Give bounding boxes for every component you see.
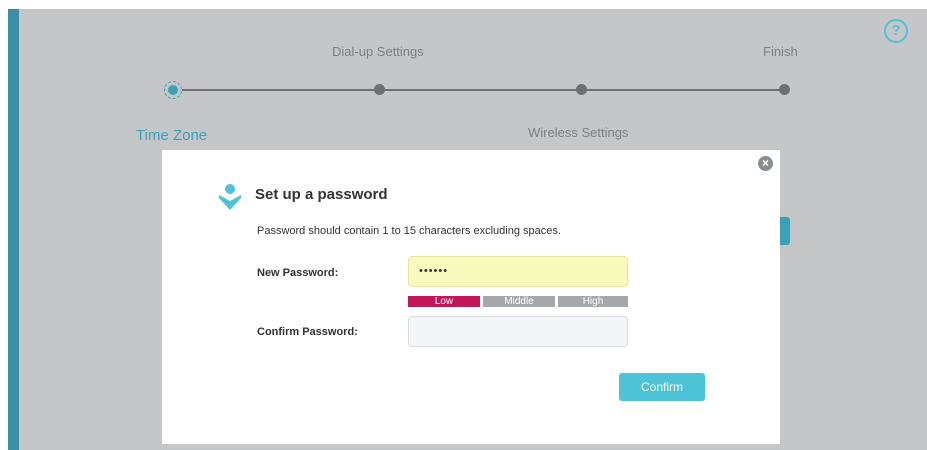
left-accent-bar bbox=[8, 9, 19, 450]
new-password-label: New Password: bbox=[257, 267, 339, 279]
progress-line bbox=[173, 89, 783, 91]
step-label-dialup: Dial-up Settings bbox=[332, 44, 424, 59]
help-icon[interactable]: ? bbox=[884, 19, 908, 43]
close-icon[interactable]: × bbox=[758, 156, 773, 171]
step-dot-dialup[interactable] bbox=[374, 84, 385, 95]
confirm-password-label: Confirm Password: bbox=[257, 326, 358, 338]
step-dot-finish[interactable] bbox=[779, 84, 790, 95]
dialog-title: Set up a password bbox=[255, 186, 388, 203]
strength-high: High bbox=[558, 296, 628, 307]
strength-middle: Middle bbox=[483, 296, 555, 307]
step-label-finish: Finish bbox=[763, 44, 798, 59]
confirm-button[interactable]: Confirm bbox=[619, 373, 705, 401]
confirm-password-input[interactable] bbox=[408, 316, 628, 347]
password-dialog: × Set up a password Password should cont… bbox=[162, 150, 780, 444]
user-shield-icon bbox=[219, 184, 241, 210]
strength-low: Low bbox=[408, 296, 480, 307]
new-password-input[interactable]: •••••• bbox=[408, 256, 628, 287]
step-label-wireless: Wireless Settings bbox=[528, 125, 629, 140]
step-dot-timezone[interactable] bbox=[164, 81, 182, 99]
dialog-description: Password should contain 1 to 15 characte… bbox=[257, 225, 561, 237]
step-dot-wireless[interactable] bbox=[576, 84, 587, 95]
step-label-timezone: Time Zone bbox=[136, 127, 208, 144]
